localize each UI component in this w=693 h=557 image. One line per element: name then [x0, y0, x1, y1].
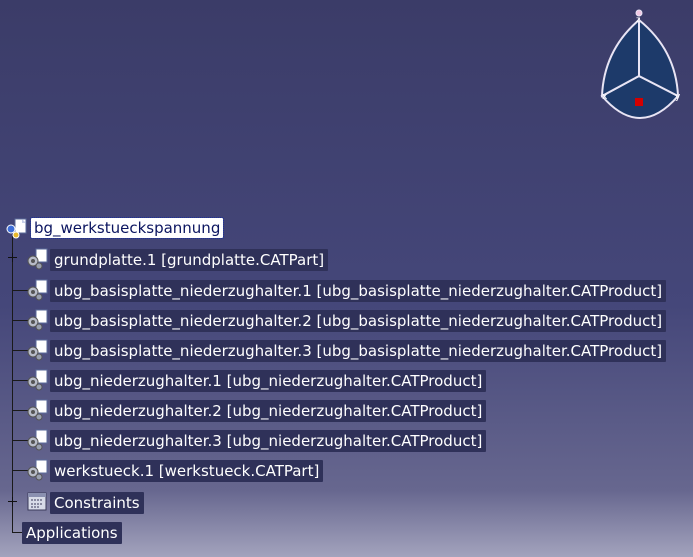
- expand-toggle[interactable]: [8, 253, 17, 262]
- product-gear-icon[interactable]: [26, 339, 48, 361]
- part-gear-icon[interactable]: [26, 459, 48, 481]
- expand-toggle[interactable]: [8, 497, 17, 506]
- product-root-icon[interactable]: [6, 217, 28, 239]
- product-gear-icon[interactable]: [26, 399, 48, 421]
- specification-tree: bg_werkstueckspannung grundplatte.1 [gru…: [0, 0, 693, 557]
- part-gear-icon[interactable]: [26, 248, 48, 270]
- product-gear-icon[interactable]: [26, 279, 48, 301]
- product-gear-icon[interactable]: [26, 429, 48, 451]
- tree-item-label[interactable]: ubg_niederzughalter.1 [ubg_niederzughalt…: [50, 370, 487, 392]
- product-gear-icon[interactable]: [26, 369, 48, 391]
- tree-root-label[interactable]: bg_werkstueckspannung: [29, 217, 225, 239]
- tree-item-label[interactable]: ubg_niederzughalter.3 [ubg_niederzughalt…: [50, 430, 487, 452]
- tree-item-label[interactable]: ubg_basisplatte_niederzughalter.1 [ubg_b…: [50, 280, 667, 302]
- tree-item-label[interactable]: werkstueck.1 [werkstueck.CATPart]: [50, 460, 324, 482]
- tree-root-text: bg_werkstueckspannung: [34, 219, 221, 237]
- tree-item-label[interactable]: Constraints: [50, 492, 144, 514]
- product-gear-icon[interactable]: [26, 309, 48, 331]
- tree-item-label[interactable]: ubg_basisplatte_niederzughalter.2 [ubg_b…: [50, 310, 667, 332]
- tree-item-label[interactable]: grundplatte.1 [grundplatte.CATPart]: [50, 249, 329, 271]
- constraints-icon[interactable]: [26, 490, 48, 512]
- tree-item-label[interactable]: ubg_niederzughalter.2 [ubg_niederzughalt…: [50, 400, 487, 422]
- tree-item-label[interactable]: Applications: [22, 522, 122, 544]
- tree-item-label[interactable]: ubg_basisplatte_niederzughalter.3 [ubg_b…: [50, 340, 667, 362]
- tree-trunk-line: [12, 236, 13, 532]
